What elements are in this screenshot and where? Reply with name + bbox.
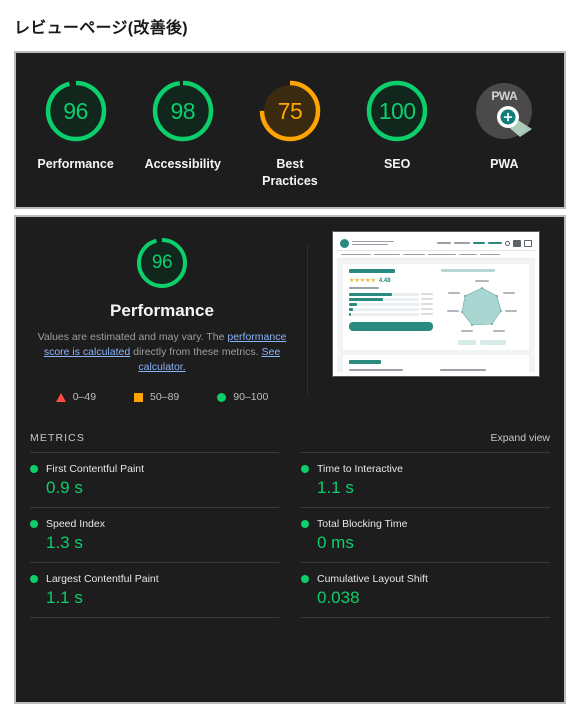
- legend-label-average: 50–89: [150, 391, 180, 403]
- score-legend: 0–49 50–89 90–100: [55, 391, 268, 403]
- metric-status-icon: [301, 520, 309, 528]
- gauge-ring-accessibility: 98: [149, 77, 217, 145]
- score-gauge-pwa[interactable]: PWA PWA: [452, 77, 556, 173]
- thumb-review-column-right: [440, 368, 523, 373]
- score-gauge-best-practices[interactable]: 75 Best Practices: [238, 77, 342, 190]
- gauge-ring-seo: 100: [363, 77, 431, 145]
- thumb-breadcrumb-nav: [337, 251, 535, 259]
- thumb-body: ★★★★★ 4.48: [337, 259, 535, 372]
- gauge-label-pwa: PWA: [490, 157, 519, 171]
- page-title: レビューページ(改善後): [14, 20, 188, 37]
- gauge-label-accessibility: Accessibility: [144, 157, 221, 171]
- square-average-icon: [134, 392, 144, 402]
- metrics-column-left: First Contentful Paint 0.9 s Speed Index…: [30, 452, 279, 618]
- performance-overview: 96 Performance Values are estimated and …: [16, 217, 564, 422]
- gauge-label-performance: Performance: [37, 157, 114, 171]
- thumb-reviews-title: [349, 360, 381, 364]
- metric-status-icon: [30, 520, 38, 528]
- star-icon: ★★★★★: [349, 278, 376, 284]
- performance-gauge-value: 96: [151, 252, 173, 273]
- thumb-product-title: [349, 269, 395, 273]
- page-screenshot-area: ★★★★★ 4.48: [308, 217, 564, 422]
- metrics-section-title: METRICS: [30, 432, 85, 444]
- description-text-2: directly from these metrics.: [130, 346, 262, 358]
- performance-summary: 96 Performance Values are estimated and …: [16, 217, 308, 422]
- metric-status-icon: [301, 575, 309, 583]
- gauge-ring-performance: 96: [42, 77, 110, 145]
- performance-description: Values are estimated and may vary. The p…: [35, 330, 289, 375]
- legend-item-average: 50–89: [134, 391, 179, 403]
- metric-status-icon: [30, 575, 38, 583]
- thumb-site-name: [352, 240, 394, 246]
- gauge-label-best-practices: Best Practices: [262, 157, 318, 188]
- lighthouse-report-page: レビューページ(改善後) 96 Performance 98 Accessibi…: [0, 0, 580, 726]
- metric-label: Speed Index: [46, 518, 105, 530]
- thumb-rating-card: ★★★★★ 4.48: [343, 264, 529, 350]
- thumb-logo-icon: [340, 238, 349, 248]
- legend-item-fail: 0–49: [55, 391, 97, 403]
- performance-gauge: 96: [134, 235, 190, 291]
- thumb-header-nav: [437, 239, 532, 247]
- metrics-column-right: Time to Interactive 1.1 s Total Blocking…: [301, 452, 550, 618]
- thumb-star-rating: ★★★★★ 4.48: [349, 278, 433, 284]
- legend-item-pass: 90–100: [217, 391, 268, 403]
- metrics-header: METRICS Expand view: [16, 422, 564, 452]
- gauge-value-best-practices: 75: [277, 97, 303, 124]
- metric-label: First Contentful Paint: [46, 463, 145, 475]
- gauge-label-seo: SEO: [383, 157, 411, 171]
- metric-status-icon: [30, 465, 38, 473]
- metric-label: Total Blocking Time: [317, 518, 408, 530]
- thumb-rating-value: 4.48: [378, 278, 391, 284]
- gauge-value-accessibility: 98: [170, 97, 196, 124]
- expand-view-toggle[interactable]: Expand view: [490, 432, 550, 444]
- metric-label: Cumulative Layout Shift: [317, 573, 428, 585]
- metric-row[interactable]: Total Blocking Time 0 ms: [301, 507, 550, 562]
- score-gauge-seo[interactable]: 100 SEO: [345, 77, 449, 173]
- score-summary-panel: 96 Performance 98 Accessibility 75 Best …: [14, 51, 566, 209]
- page-thumbnail[interactable]: ★★★★★ 4.48: [332, 231, 540, 377]
- metric-value: 0 ms: [317, 533, 354, 552]
- metric-label: Time to Interactive: [317, 463, 403, 475]
- metric-row[interactable]: First Contentful Paint 0.9 s: [30, 452, 279, 507]
- metric-row[interactable]: Cumulative Layout Shift 0.038: [301, 562, 550, 618]
- metrics-grid: First Contentful Paint 0.9 s Speed Index…: [16, 452, 564, 618]
- legend-label-fail: 0–49: [72, 391, 97, 403]
- legend-label-pass: 90–100: [233, 391, 269, 403]
- thumb-site-header: [337, 236, 535, 251]
- thumb-radar-chart: [441, 276, 523, 338]
- thumb-cta-button: [349, 321, 433, 331]
- thumb-review-columns: [349, 368, 523, 373]
- metric-value: 0.038: [317, 588, 360, 607]
- gauge-value-seo: 100: [378, 97, 416, 124]
- score-gauge-performance[interactable]: 96 Performance: [24, 77, 128, 173]
- metric-value: 0.9 s: [46, 478, 83, 497]
- thumb-radar-title: [441, 269, 495, 272]
- thumb-reviews-section: [343, 355, 529, 372]
- metric-row[interactable]: Speed Index 1.3 s: [30, 507, 279, 562]
- metric-value: 1.1 s: [317, 478, 354, 497]
- gauge-value-performance: 96: [63, 97, 88, 124]
- thumb-review-column-left: [349, 368, 432, 373]
- metric-row[interactable]: Largest Contentful Paint 1.1 s: [30, 562, 279, 618]
- score-gauge-accessibility[interactable]: 98 Accessibility: [131, 77, 235, 173]
- thumb-rating-bars: [349, 292, 433, 316]
- circle-pass-icon: [217, 392, 227, 402]
- performance-heading: Performance: [110, 301, 214, 320]
- metric-value: 1.1 s: [46, 588, 83, 607]
- pwa-badge-text: PWA: [491, 89, 518, 103]
- metric-value: 1.3 s: [46, 533, 83, 552]
- triangle-fail-icon: [55, 392, 66, 402]
- metric-status-icon: [301, 465, 309, 473]
- score-gauges-row: 96 Performance 98 Accessibility 75 Best …: [16, 69, 564, 190]
- description-text-1: Values are estimated and may vary. The: [37, 331, 228, 343]
- thumb-radar-column: [441, 269, 523, 345]
- thumbnail-content: ★★★★★ 4.48: [337, 236, 535, 372]
- thumb-rating-column: ★★★★★ 4.48: [349, 269, 433, 345]
- performance-detail-panel: 96 Performance Values are estimated and …: [14, 215, 566, 704]
- pwa-badge-icon: PWA: [470, 77, 538, 145]
- gauge-ring-best-practices: 75: [256, 77, 324, 145]
- metric-label: Largest Contentful Paint: [46, 573, 159, 585]
- metric-row[interactable]: Time to Interactive 1.1 s: [301, 452, 550, 507]
